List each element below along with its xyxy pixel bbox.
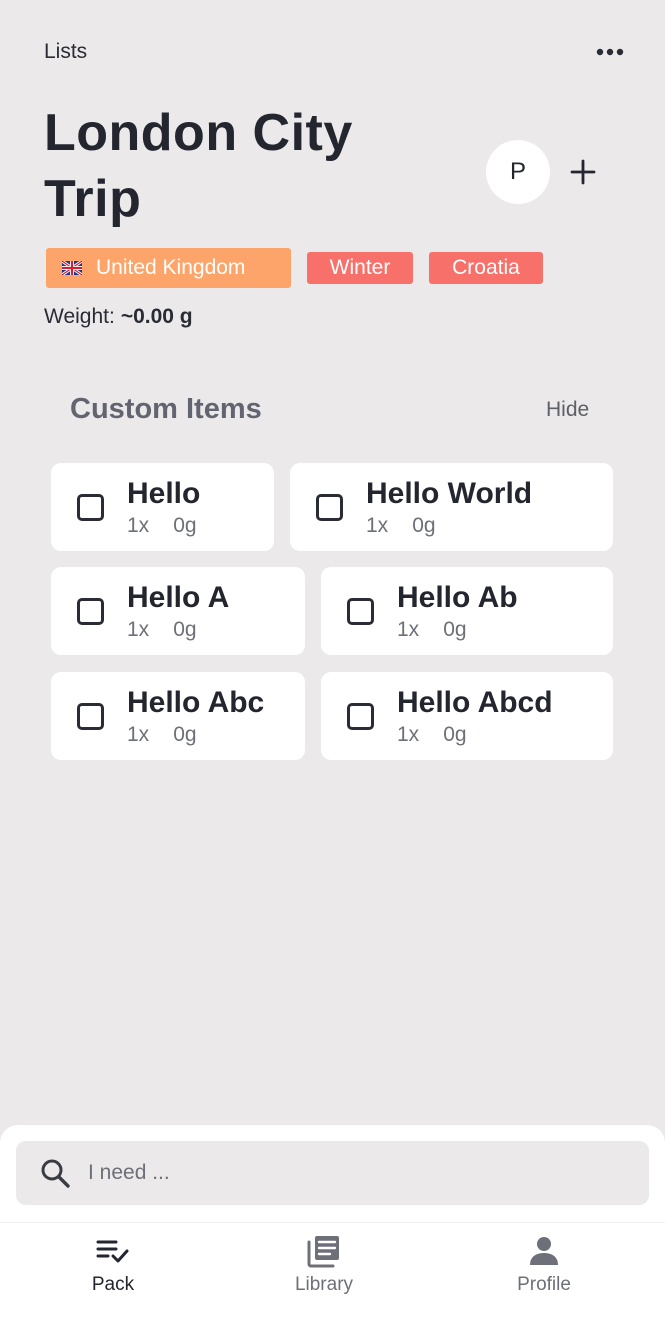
item-card[interactable]: Hello A 1x 0g bbox=[51, 567, 305, 655]
item-weight: 0g bbox=[173, 723, 197, 746]
weight-summary: Weight: ~0.00 g bbox=[44, 305, 193, 329]
tag-winter[interactable]: Winter bbox=[307, 252, 413, 284]
tab-label: Library bbox=[294, 1274, 354, 1295]
item-checkbox[interactable] bbox=[347, 703, 374, 730]
bottom-tab-bar: Pack Library Profile bbox=[0, 1222, 665, 1332]
item-meta: 1x 0g bbox=[397, 618, 467, 642]
item-name: Hello Abcd bbox=[397, 686, 553, 719]
item-meta: 1x 0g bbox=[397, 723, 467, 747]
tag-united-kingdom[interactable]: United Kingdom bbox=[46, 248, 291, 288]
item-quantity: 1x bbox=[397, 723, 420, 746]
item-meta: 1x 0g bbox=[127, 723, 197, 747]
item-name: Hello Ab bbox=[397, 581, 518, 614]
weight-label: Weight: bbox=[44, 305, 115, 328]
item-name: Hello World bbox=[366, 477, 533, 510]
item-quantity: 1x bbox=[127, 723, 150, 746]
tag-croatia[interactable]: Croatia bbox=[429, 252, 543, 284]
uk-flag-icon bbox=[62, 261, 82, 275]
item-name: Hello bbox=[127, 477, 201, 510]
item-checkbox[interactable] bbox=[316, 494, 343, 521]
item-weight: 0g bbox=[443, 618, 467, 641]
item-quantity: 1x bbox=[127, 514, 150, 537]
item-card[interactable]: Hello World 1x 0g bbox=[290, 463, 613, 551]
page-title: London City Trip bbox=[44, 104, 353, 228]
item-card[interactable]: Hello Abcd 1x 0g bbox=[321, 672, 613, 760]
plus-icon bbox=[570, 159, 596, 185]
search-bar[interactable] bbox=[16, 1141, 649, 1205]
profile-icon bbox=[525, 1233, 563, 1269]
tab-library[interactable]: Library bbox=[264, 1233, 384, 1296]
avatar[interactable]: P bbox=[486, 140, 550, 204]
weight-value: ~0.00 g bbox=[120, 305, 193, 328]
item-card[interactable]: Hello Ab 1x 0g bbox=[321, 567, 613, 655]
add-button[interactable] bbox=[565, 152, 601, 192]
tab-label: Profile bbox=[517, 1274, 571, 1295]
section-title: Custom Items bbox=[70, 393, 262, 425]
item-meta: 1x 0g bbox=[127, 514, 197, 538]
top-bar: Lists bbox=[44, 36, 625, 68]
search-input[interactable] bbox=[88, 1161, 588, 1185]
item-weight: 0g bbox=[443, 723, 467, 746]
tag-label: Croatia bbox=[452, 256, 520, 279]
tag-label: Winter bbox=[329, 256, 391, 279]
tab-label: Pack bbox=[91, 1274, 135, 1295]
tab-pack[interactable]: Pack bbox=[53, 1233, 173, 1296]
back-to-lists-link[interactable]: Lists bbox=[44, 40, 87, 64]
tab-profile[interactable]: Profile bbox=[484, 1233, 604, 1296]
item-checkbox[interactable] bbox=[77, 598, 104, 625]
item-quantity: 1x bbox=[127, 618, 150, 641]
pack-checklist-icon bbox=[94, 1233, 132, 1269]
item-name: Hello Abc bbox=[127, 686, 265, 719]
avatar-initial: P bbox=[509, 158, 526, 185]
item-name: Hello A bbox=[127, 581, 230, 614]
item-weight: 0g bbox=[173, 618, 197, 641]
item-weight: 0g bbox=[412, 514, 436, 537]
item-checkbox[interactable] bbox=[77, 703, 104, 730]
item-quantity: 1x bbox=[397, 618, 420, 641]
item-card[interactable]: Hello 1x 0g bbox=[51, 463, 274, 551]
more-horizontal-icon bbox=[596, 48, 624, 56]
more-options-button[interactable] bbox=[595, 37, 625, 67]
item-quantity: 1x bbox=[366, 514, 389, 537]
search-icon bbox=[38, 1156, 72, 1190]
item-card[interactable]: Hello Abc 1x 0g bbox=[51, 672, 305, 760]
tag-label: United Kingdom bbox=[96, 256, 246, 279]
item-weight: 0g bbox=[173, 514, 197, 537]
item-checkbox[interactable] bbox=[347, 598, 374, 625]
item-meta: 1x 0g bbox=[366, 514, 436, 538]
item-meta: 1x 0g bbox=[127, 618, 197, 642]
hide-section-button[interactable]: Hide bbox=[546, 398, 589, 422]
item-checkbox[interactable] bbox=[77, 494, 104, 521]
library-icon bbox=[305, 1233, 343, 1269]
